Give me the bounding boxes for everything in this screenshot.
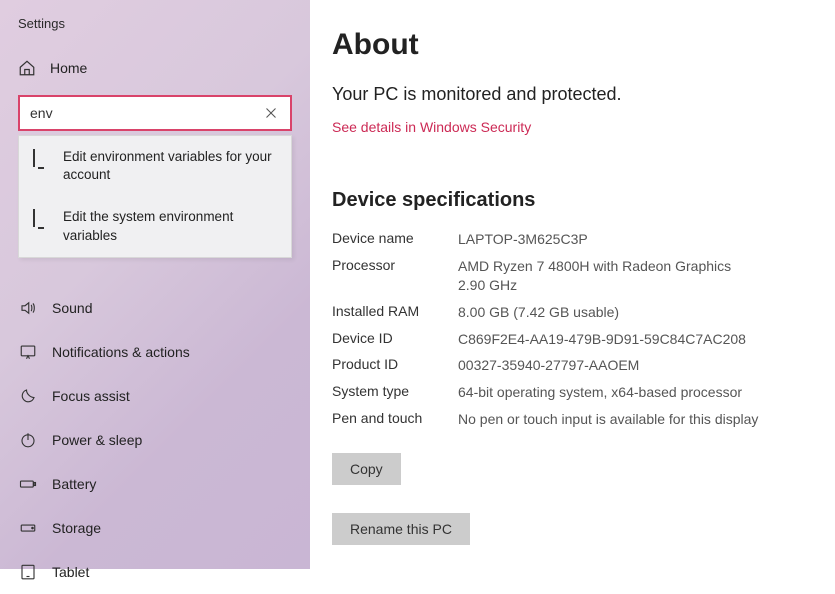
moon-icon bbox=[18, 386, 38, 406]
suggestion-edit-user-env[interactable]: Edit environment variables for your acco… bbox=[19, 136, 291, 196]
spec-value-system-type: 64-bit operating system, x64-based proce… bbox=[458, 383, 813, 402]
suggestion-label: Edit environment variables for your acco… bbox=[63, 148, 277, 184]
storage-icon bbox=[18, 518, 38, 538]
spec-label-ram: Installed RAM bbox=[332, 303, 458, 322]
monitor-icon bbox=[33, 150, 51, 164]
nav-label: Sound bbox=[52, 300, 92, 316]
home-icon bbox=[18, 59, 36, 77]
sidebar-item-notifications[interactable]: Notifications & actions bbox=[0, 330, 310, 374]
device-spec-table: Device name LAPTOP-3M625C3P Processor AM… bbox=[332, 230, 813, 429]
sidebar-item-tablet[interactable]: Tablet bbox=[0, 550, 310, 594]
spec-label-system-type: System type bbox=[332, 383, 458, 402]
spec-value-pen-touch: No pen or touch input is available for t… bbox=[458, 410, 813, 429]
spec-value-product-id: 00327-35940-27797-AAOEM bbox=[458, 356, 813, 375]
notifications-icon bbox=[18, 342, 38, 362]
nav-label: Storage bbox=[52, 520, 101, 536]
spec-value-device-id: C869F2E4-AA19-479B-9D91-59C84C7AC208 bbox=[458, 330, 813, 349]
spec-value-processor-line1: AMD Ryzen 7 4800H with Radeon Graphics bbox=[458, 258, 731, 274]
spec-label-processor: Processor bbox=[332, 257, 458, 295]
home-label: Home bbox=[50, 60, 87, 76]
copy-button[interactable]: Copy bbox=[332, 453, 401, 485]
clear-search-icon[interactable] bbox=[260, 102, 282, 124]
sidebar-item-battery[interactable]: Battery bbox=[0, 462, 310, 506]
sidebar-nav: Sound Notifications & actions Focus assi… bbox=[0, 286, 310, 594]
spec-value-processor: AMD Ryzen 7 4800H with Radeon Graphics 2… bbox=[458, 257, 813, 295]
power-icon bbox=[18, 430, 38, 450]
nav-label: Notifications & actions bbox=[52, 344, 190, 360]
battery-icon bbox=[18, 474, 38, 494]
device-spec-heading: Device specifications bbox=[332, 189, 813, 212]
spec-label-device-id: Device ID bbox=[332, 330, 458, 349]
nav-label: Focus assist bbox=[52, 388, 130, 404]
sidebar-item-sound[interactable]: Sound bbox=[0, 286, 310, 330]
nav-label: Tablet bbox=[52, 564, 89, 580]
monitor-icon bbox=[33, 210, 51, 224]
sidebar-item-focus-assist[interactable]: Focus assist bbox=[0, 374, 310, 418]
sound-icon bbox=[18, 298, 38, 318]
suggestion-edit-system-env[interactable]: Edit the system environment variables bbox=[19, 196, 291, 256]
security-link[interactable]: See details in Windows Security bbox=[332, 119, 531, 135]
search-box[interactable] bbox=[18, 95, 292, 131]
protected-status: Your PC is monitored and protected. bbox=[332, 84, 813, 105]
nav-label: Battery bbox=[52, 476, 96, 492]
tablet-icon bbox=[18, 562, 38, 582]
search-suggestions: Edit environment variables for your acco… bbox=[18, 135, 292, 258]
sidebar-item-home[interactable]: Home bbox=[0, 49, 310, 95]
spec-value-ram: 8.00 GB (7.42 GB usable) bbox=[458, 303, 813, 322]
spec-value-device-name: LAPTOP-3M625C3P bbox=[458, 230, 813, 249]
page-title: About bbox=[332, 28, 813, 62]
rename-pc-button[interactable]: Rename this PC bbox=[332, 513, 470, 545]
sidebar-item-power-sleep[interactable]: Power & sleep bbox=[0, 418, 310, 462]
spec-label-product-id: Product ID bbox=[332, 356, 458, 375]
suggestion-label: Edit the system environment variables bbox=[63, 208, 277, 244]
nav-label: Power & sleep bbox=[52, 432, 142, 448]
main-content: About Your PC is monitored and protected… bbox=[310, 0, 835, 569]
spec-value-processor-line2: 2.90 GHz bbox=[458, 276, 813, 295]
sidebar-item-storage[interactable]: Storage bbox=[0, 506, 310, 550]
window-title: Settings bbox=[0, 10, 310, 49]
spec-label-pen-touch: Pen and touch bbox=[332, 410, 458, 429]
spec-label-device-name: Device name bbox=[332, 230, 458, 249]
settings-sidebar: Settings Home Edit environment variables… bbox=[0, 0, 310, 569]
search-input[interactable] bbox=[30, 105, 260, 121]
